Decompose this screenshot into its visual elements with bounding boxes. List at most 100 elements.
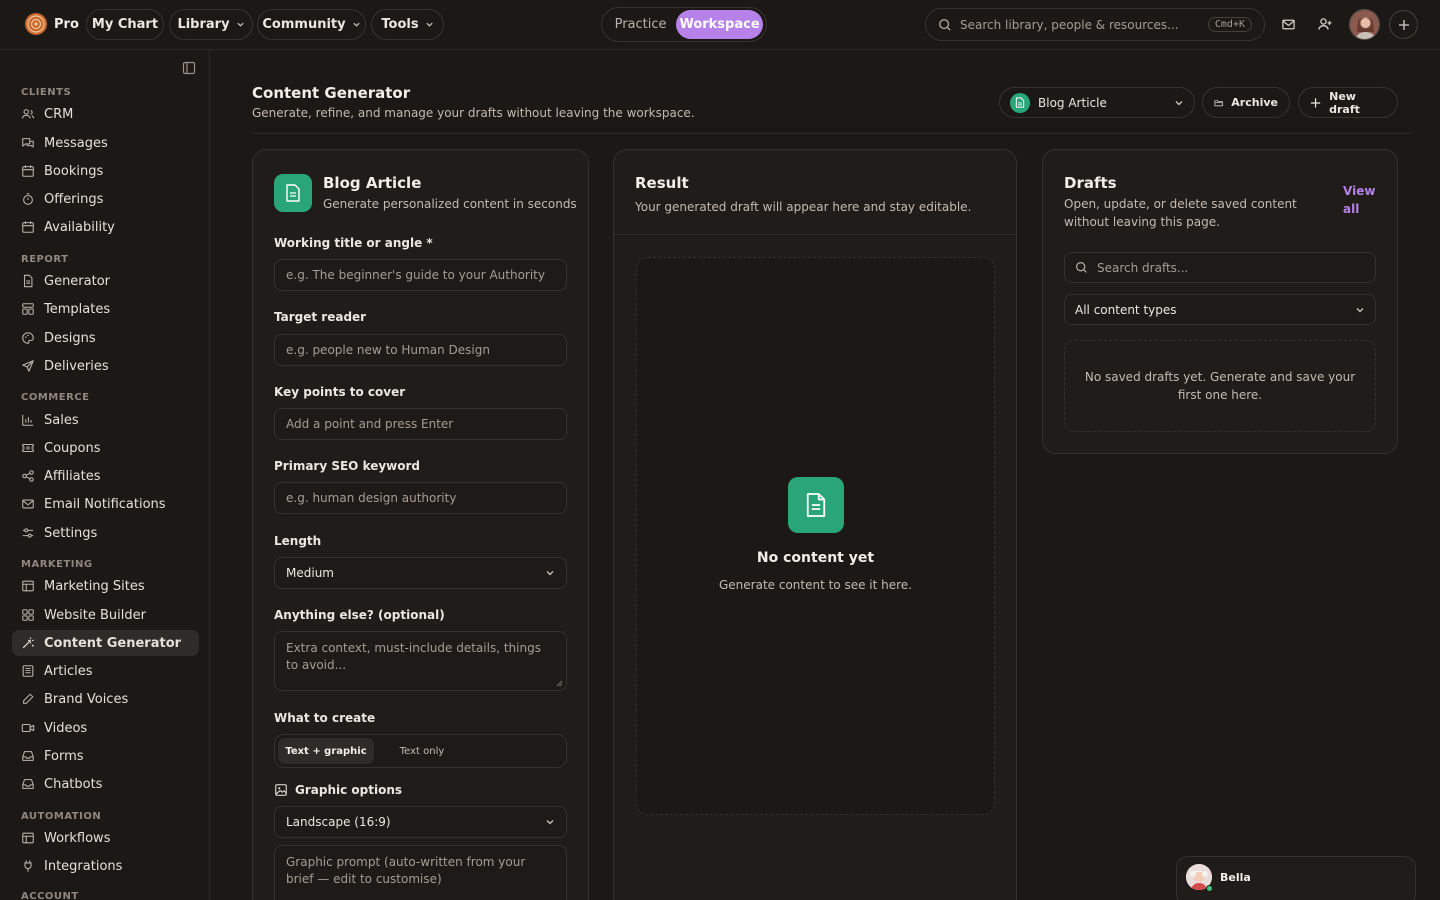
- image-icon: [275, 784, 287, 796]
- user-avatar[interactable]: [1349, 9, 1380, 40]
- search-icon: [939, 18, 951, 31]
- resize-handle-icon[interactable]: [556, 680, 563, 687]
- new-draft-label: New draft: [1329, 89, 1360, 116]
- ticket-icon: [22, 443, 34, 453]
- mode-practice[interactable]: Practice: [605, 10, 676, 39]
- chevron-down-icon: [352, 22, 360, 27]
- result-subtitle: Your generated draft will appear here an…: [635, 200, 972, 214]
- option-text-only[interactable]: Text only: [374, 738, 470, 764]
- key-points-input[interactable]: Add a point and press Enter: [274, 408, 567, 440]
- chevron-down-icon: [546, 571, 554, 576]
- blog-article-form: Blog Article Generate personalized conte…: [252, 149, 589, 900]
- tools-menu[interactable]: Tools: [371, 9, 444, 40]
- library-menu[interactable]: Library: [169, 9, 253, 40]
- sidebar-item-label: Affiliates: [44, 468, 101, 484]
- sidebar-item-label: Email Notifications: [44, 496, 166, 512]
- add-button[interactable]: [1389, 10, 1418, 39]
- sidebar-item-sales[interactable]: Sales: [12, 407, 199, 433]
- mode-workspace[interactable]: Workspace: [676, 10, 763, 39]
- sidebar-item-deliveries[interactable]: Deliveries: [12, 353, 199, 379]
- sidebar-item-bookings[interactable]: Bookings: [12, 158, 199, 184]
- key-points-label: Key points to cover: [274, 385, 406, 399]
- drafts-title: Drafts: [1064, 174, 1117, 192]
- content-type-select[interactable]: Blog Article: [999, 87, 1195, 118]
- plug-icon: [24, 860, 32, 872]
- length-select[interactable]: Medium: [274, 557, 567, 589]
- sidebar-item-forms[interactable]: Forms: [12, 743, 199, 769]
- sidebar-item-label: Chatbots: [44, 776, 103, 792]
- graphic-prompt-placeholder: Graphic prompt (auto-written from your b…: [286, 855, 526, 886]
- sidebar-item-brand-voices[interactable]: Brand Voices: [12, 686, 199, 712]
- sidebar-item-email-notifications[interactable]: Email Notifications: [12, 491, 199, 517]
- graphic-options-label: Graphic options: [295, 783, 403, 797]
- archive-button[interactable]: Archive: [1202, 87, 1290, 118]
- new-draft-button[interactable]: New draft: [1298, 87, 1398, 118]
- sidebar-item-label: Templates: [44, 301, 111, 317]
- sliders-icon: [22, 528, 34, 538]
- global-search[interactable]: Search library, people & resources... Cm…: [925, 8, 1265, 41]
- share-icon: [22, 470, 34, 482]
- brand-name: Pro: [54, 16, 79, 32]
- anything-else-textarea[interactable]: Extra context, must-include details, thi…: [274, 631, 567, 691]
- sidebar-item-messages[interactable]: Messages: [12, 130, 199, 156]
- sidebar-item-label: Coupons: [44, 440, 101, 456]
- workflow-icon: [22, 832, 34, 844]
- add-user-icon[interactable]: [1314, 13, 1336, 35]
- users-icon: [21, 109, 35, 119]
- sidebar-item-designs[interactable]: Designs: [12, 325, 199, 351]
- sidebar-item-videos[interactable]: Videos: [12, 715, 199, 741]
- collapse-sidebar-icon[interactable]: [182, 61, 196, 75]
- sidebar-item-affiliates[interactable]: Affiliates: [12, 463, 199, 489]
- sidebar-item-marketing-sites[interactable]: Marketing Sites: [12, 573, 199, 599]
- mail-icon: [22, 499, 34, 509]
- sidebar-item-website-builder[interactable]: Website Builder: [12, 602, 199, 628]
- community-menu[interactable]: Community: [257, 9, 366, 40]
- brand-logo[interactable]: Pro: [24, 12, 79, 36]
- sidebar-item-settings[interactable]: Settings: [12, 520, 199, 546]
- seo-keyword-input[interactable]: e.g. human design authority: [274, 482, 567, 514]
- sidebar-item-crm[interactable]: CRM: [12, 101, 199, 127]
- sidebar-item-label: Videos: [44, 720, 88, 736]
- aspect-ratio-select[interactable]: Landscape (16:9): [274, 806, 567, 838]
- drafts-search-input[interactable]: Search drafts...: [1064, 252, 1376, 283]
- chevron-down-icon: [236, 22, 244, 27]
- section-report: REPORT: [21, 254, 69, 265]
- my-chart-label: My Chart: [91, 17, 159, 32]
- sidebar-item-label: Designs: [44, 330, 96, 346]
- sidebar-item-label: Offerings: [44, 191, 104, 207]
- target-reader-input[interactable]: e.g. people new to Human Design: [274, 334, 567, 366]
- document-icon: [274, 174, 312, 212]
- working-title-input[interactable]: e.g. The beginner's guide to your Author…: [274, 259, 567, 291]
- sidebar-item-content-generator[interactable]: Content Generator: [12, 630, 199, 656]
- empty-title: No content yet: [756, 550, 875, 566]
- sidebar-item-workflows[interactable]: Workflows: [12, 825, 199, 851]
- mail-icon[interactable]: [1277, 13, 1299, 35]
- sidebar-item-chatbots[interactable]: Chatbots: [12, 771, 199, 797]
- send-icon: [22, 360, 34, 372]
- sidebar-item-label: Articles: [44, 663, 93, 679]
- inbox-icon: [22, 751, 34, 761]
- view-all-link[interactable]: View all: [1343, 182, 1375, 218]
- sidebar-item-templates[interactable]: Templates: [12, 296, 199, 322]
- sidebar-item-offerings[interactable]: Offerings: [12, 186, 199, 212]
- chat-icon: [22, 138, 34, 148]
- sidebar-item-label: Settings: [44, 525, 98, 541]
- sidebar-item-availability[interactable]: Availability: [12, 214, 199, 240]
- sidebar-item-label: Forms: [44, 748, 84, 764]
- result-title: Result: [635, 174, 689, 192]
- video-icon: [21, 723, 35, 733]
- chevron-down-icon: [1175, 100, 1183, 105]
- sidebar-item-articles[interactable]: Articles: [12, 658, 199, 684]
- chat-widget[interactable]: Bella: [1176, 856, 1416, 900]
- section-automation: AUTOMATION: [21, 811, 102, 822]
- graphic-prompt-textarea[interactable]: Graphic prompt (auto-written from your b…: [274, 845, 567, 900]
- length-value: Medium: [286, 566, 334, 580]
- sidebar-item-generator[interactable]: Generator: [12, 268, 199, 294]
- plus-icon: [1310, 97, 1321, 108]
- sidebar-item-integrations[interactable]: Integrations: [12, 853, 199, 879]
- option-text-graphic[interactable]: Text + graphic: [278, 738, 374, 764]
- my-chart-button[interactable]: My Chart: [86, 9, 164, 40]
- sidebar-item-coupons[interactable]: Coupons: [12, 435, 199, 461]
- content-type-filter[interactable]: All content types: [1064, 294, 1376, 325]
- target-reader-label: Target reader: [274, 310, 367, 324]
